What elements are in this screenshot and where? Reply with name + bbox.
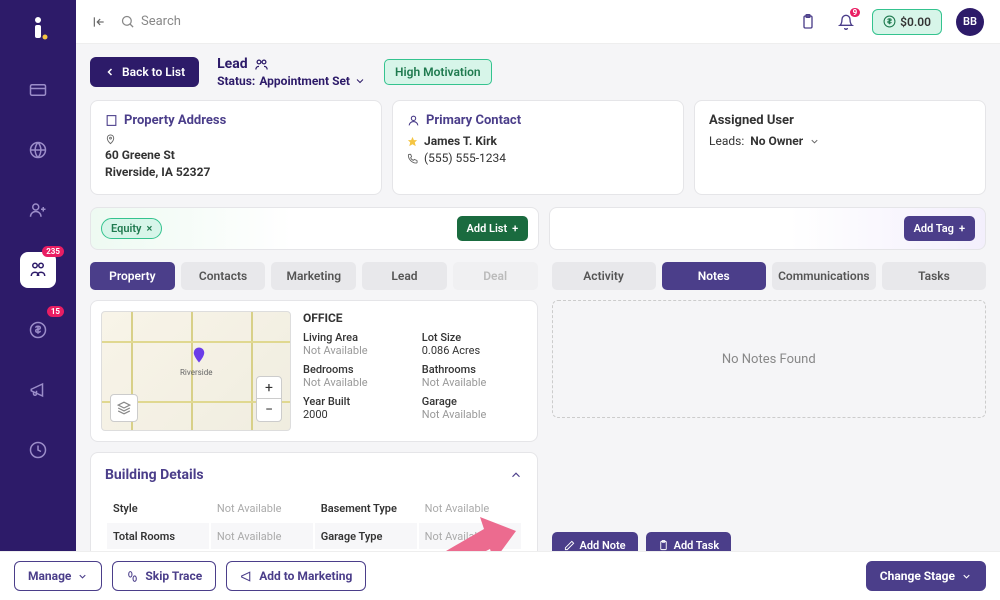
rail-user-add-icon[interactable] [20,192,56,228]
notes-empty-state: No Notes Found [552,300,986,418]
add-tag-button[interactable]: Add Tag+ [904,216,975,241]
app-logo [26,16,50,40]
dollar-icon [883,15,896,28]
owner-selector[interactable]: Leads: No Owner [709,134,971,148]
zoom-in-button[interactable]: + [257,377,281,399]
footer-bar: Manage Skip Trace Add to Marketing Chang… [0,551,1000,600]
tab-marketing[interactable]: Marketing [271,262,356,290]
building-icon [105,114,118,127]
rail-megaphone-icon[interactable] [20,372,56,408]
remove-chip-icon[interactable]: × [146,222,152,235]
skip-trace-button[interactable]: Skip Trace [112,561,216,591]
tab-lead[interactable]: Lead [362,262,447,290]
plus-icon: + [512,222,518,235]
map-layers-button[interactable] [110,394,138,422]
chevron-down-icon [77,571,88,582]
collapse-details-icon[interactable] [509,468,523,482]
chevron-down-icon [354,75,366,87]
rail-dollar-icon[interactable]: 15 [20,312,56,348]
rail-leads-badge: 235 [42,246,64,257]
rail-dollar-badge: 15 [47,306,64,317]
chevron-left-icon [104,66,116,78]
plus-icon: + [959,222,965,235]
search-input[interactable]: Search [120,14,181,29]
assigned-card: Assigned User Leads: No Owner [694,100,986,195]
content: Back to List Lead Status: Appointment Se… [76,44,1000,600]
right-tabs: ActivityNotesCommunicationsTasks [552,262,986,290]
user-icon [407,114,420,127]
chevron-down-icon [809,136,820,147]
star-icon [407,136,418,147]
map-zoom: + − [256,376,282,422]
property-summary-card: Riverside + − OFFICE Living AreaNot Avai… [90,300,538,442]
notif-badge: 9 [850,8,861,17]
tab-tasks[interactable]: Tasks [882,262,986,290]
add-to-marketing-button[interactable]: Add to Marketing [226,561,366,591]
phone-icon [407,153,418,164]
tab-property[interactable]: Property [90,262,175,290]
search-placeholder: Search [141,14,181,29]
motivation-badge: High Motivation [384,59,492,85]
bell-icon[interactable]: 9 [834,10,858,34]
rail-card-icon[interactable] [20,72,56,108]
footprint-icon [126,570,139,583]
details-title: Building Details [105,467,204,483]
tab-deal: Deal [453,262,538,290]
tags-panel: Add Tag+ [549,207,986,250]
pin-icon [105,134,116,145]
wallet-balance[interactable]: $0.00 [872,9,942,35]
clipboard-icon[interactable] [796,10,820,34]
tab-notes[interactable]: Notes [662,262,766,290]
user-avatar[interactable]: BB [956,8,984,36]
change-stage-button[interactable]: Change Stage [866,561,986,591]
rail-leads-icon[interactable]: 235 [20,252,56,288]
zoom-out-button[interactable]: − [257,399,281,421]
add-list-button[interactable]: Add List+ [457,216,529,241]
table-row: StyleNot AvailableBasement TypeNot Avail… [107,495,521,521]
page-title: Lead [217,56,366,72]
manage-button[interactable]: Manage [14,561,102,591]
topbar: Search 9 $0.00 BB [76,0,1000,44]
equity-chip: Equity× [101,218,162,239]
map-pin-icon [190,346,208,364]
left-tabs: PropertyContactsMarketingLeadDeal [90,262,538,290]
pencil-icon [564,540,575,551]
back-button[interactable]: Back to List [90,57,199,87]
map[interactable]: Riverside + − [101,311,291,431]
property-type: OFFICE [303,311,527,325]
table-row: Total RoomsNot AvailableGarage TypeNot A… [107,523,521,549]
tab-communications[interactable]: Communications [772,262,876,290]
rail-globe-icon[interactable] [20,132,56,168]
tab-activity[interactable]: Activity [552,262,656,290]
chevron-down-icon [961,571,972,582]
clipboard-icon [658,540,669,551]
search-icon [120,14,135,29]
map-label: Riverside [180,368,212,377]
collapse-icon[interactable] [92,15,106,29]
lists-panel: Equity× Add List+ [90,207,539,250]
status-selector[interactable]: Status: Appointment Set [217,74,366,88]
megaphone-icon [240,570,253,583]
rail-clock-icon[interactable] [20,432,56,468]
address-card: Property Address 60 Greene St Riverside,… [90,100,382,195]
users-icon [254,57,269,72]
tab-contacts[interactable]: Contacts [181,262,266,290]
left-rail: 235 15 [0,0,76,600]
contact-card: Primary Contact James T. Kirk (555) 555-… [392,100,684,195]
